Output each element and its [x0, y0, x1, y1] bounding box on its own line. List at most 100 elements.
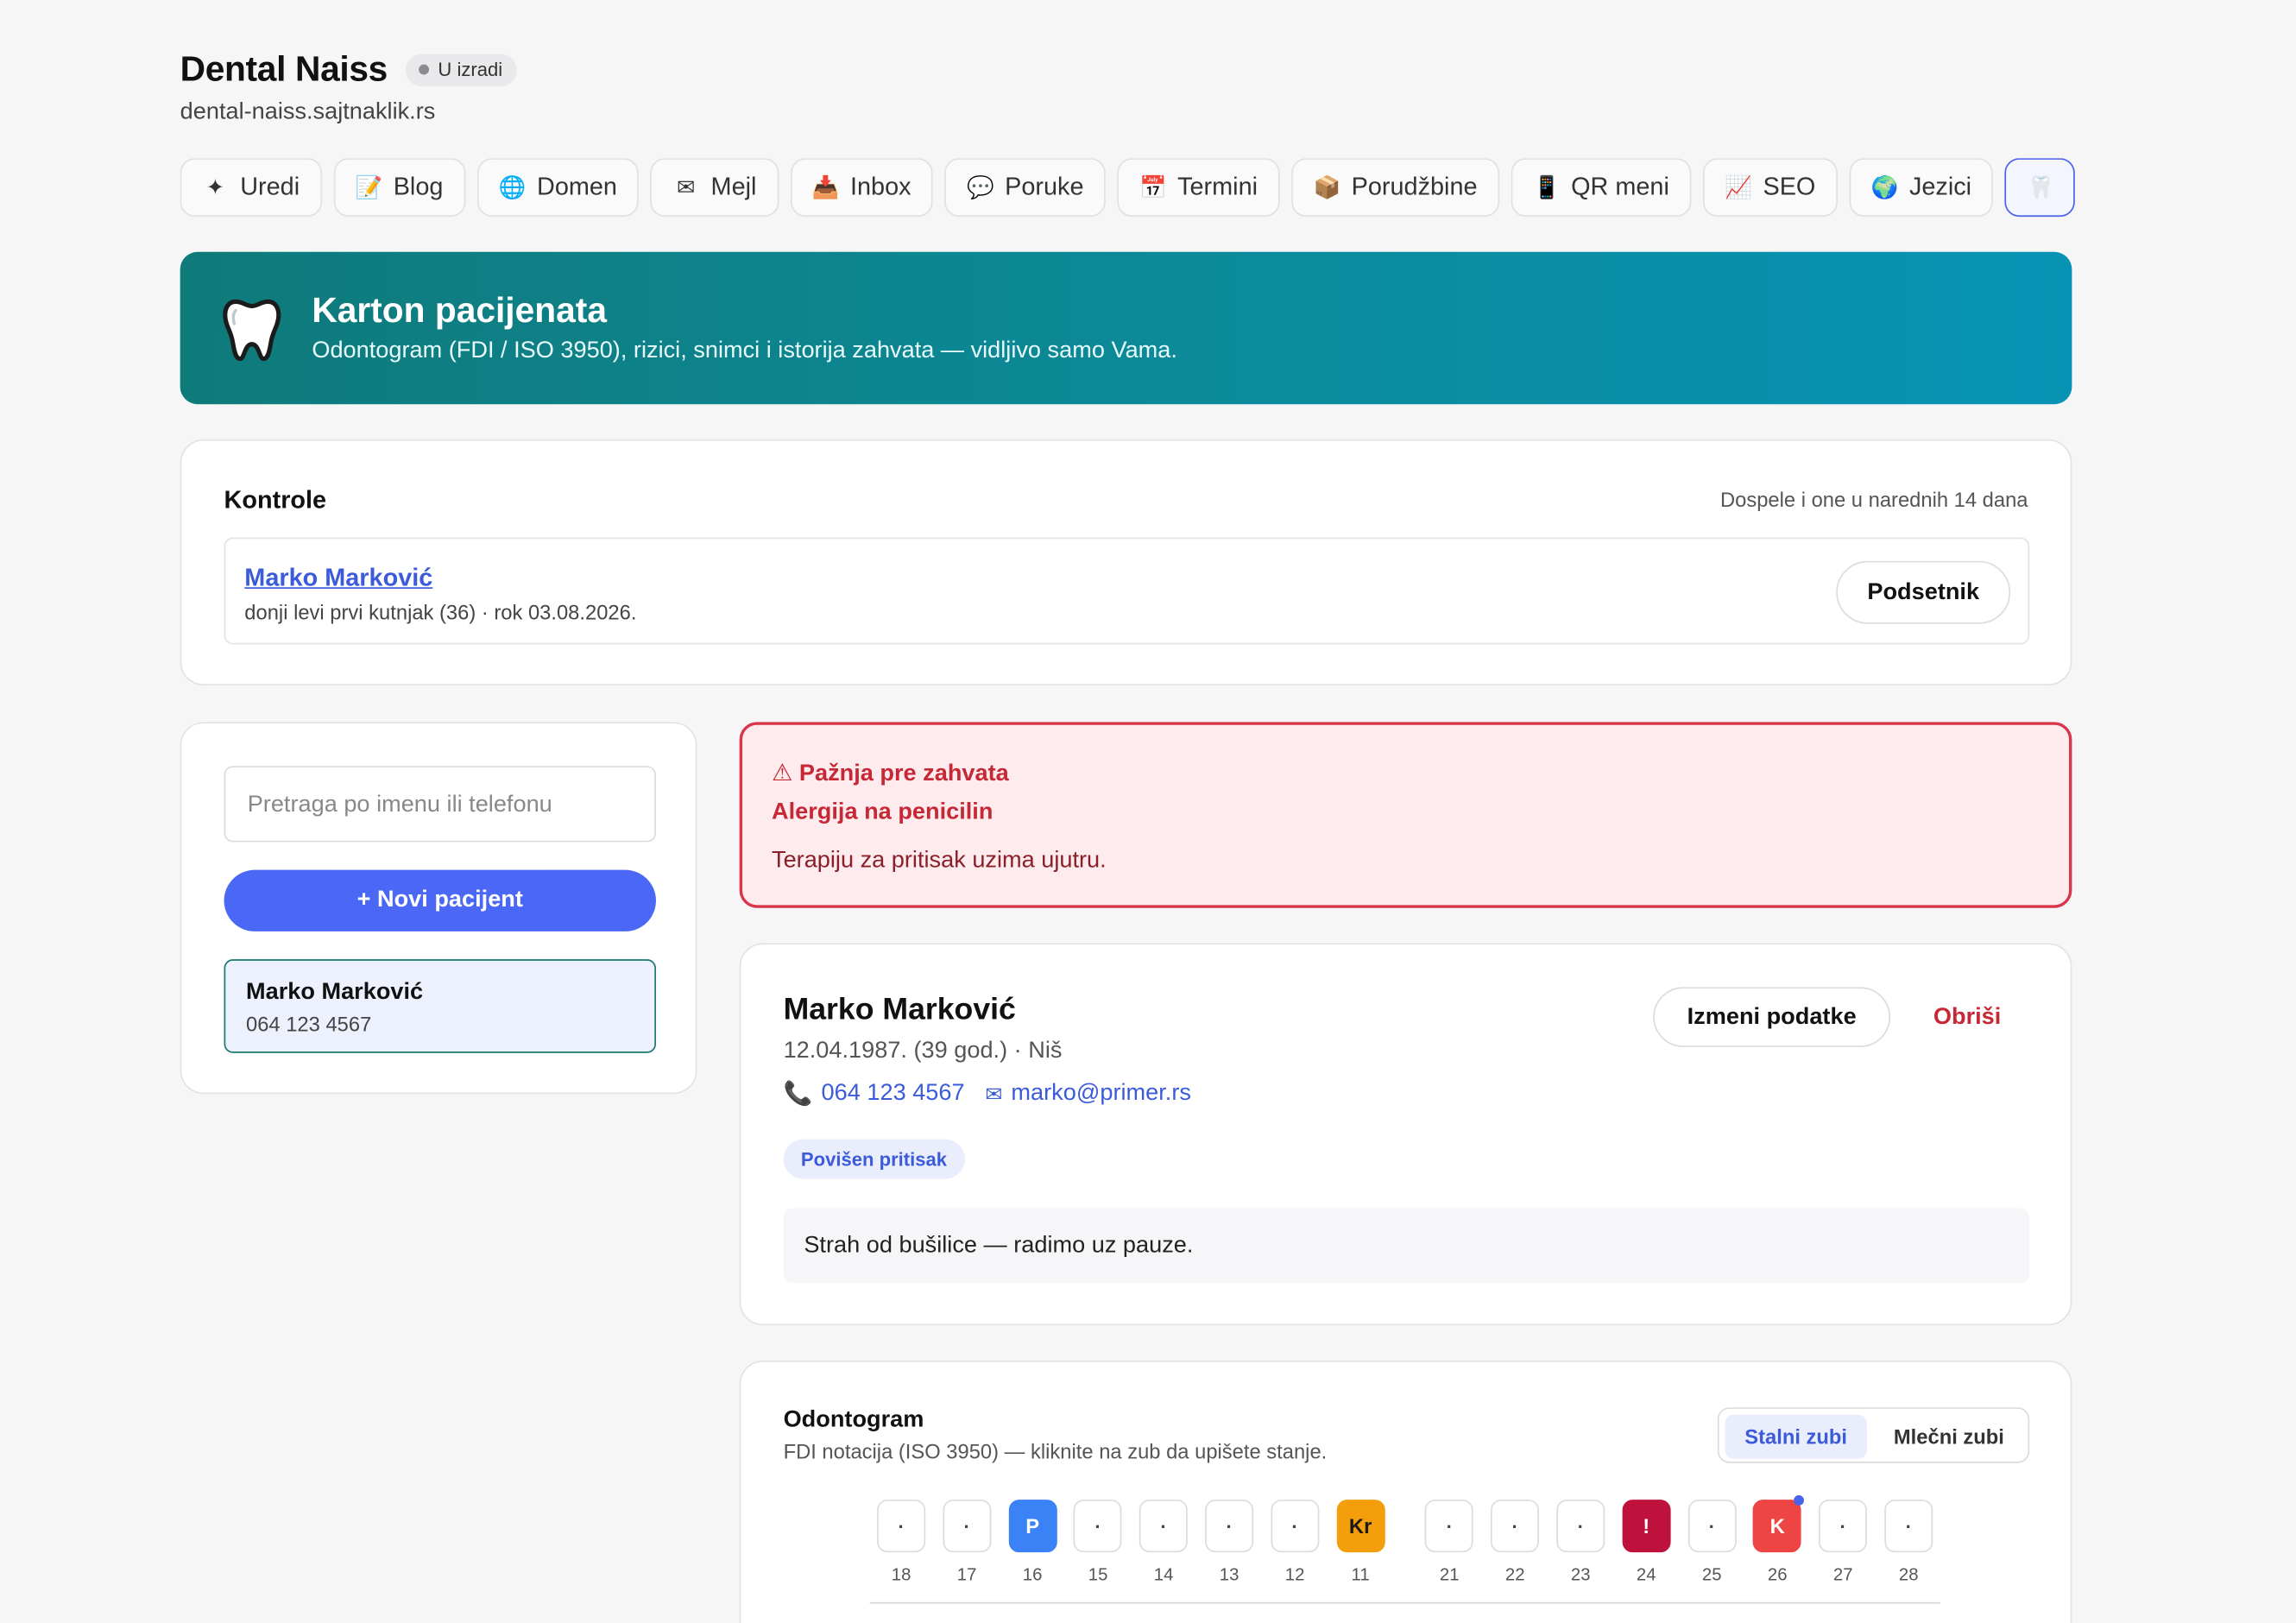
patient-item-phone: 064 123 4567: [245, 1012, 372, 1036]
checkup-description: donji levi prvi kutnjak (36) · rok 03.08…: [244, 600, 637, 624]
chart-icon: 📈: [1725, 175, 1753, 201]
memo-icon: 📝: [355, 175, 383, 201]
primary-teeth-tab[interactable]: Mlečni zubi: [1873, 1415, 2025, 1459]
tooth-16[interactable]: P: [1008, 1500, 1057, 1553]
tooth-13[interactable]: ·: [1205, 1500, 1254, 1553]
tab-mejl[interactable]: ✉ Mejl: [650, 158, 779, 218]
tab-label: Poruke: [1005, 173, 1084, 201]
tab-termini[interactable]: 📅 Termini: [1117, 158, 1280, 218]
tooth-number: 17: [956, 1563, 977, 1585]
tooth-number: 13: [1219, 1563, 1239, 1585]
banner-subtitle: Odontogram (FDI / ISO 3950), rizici, sni…: [312, 338, 1177, 363]
alert-title: ⚠ Pažnja pre zahvata: [772, 761, 1009, 786]
tooth-icon: 🦷: [2027, 175, 2055, 201]
tooth-23[interactable]: ·: [1556, 1500, 1605, 1553]
tooth-22[interactable]: ·: [1491, 1500, 1540, 1553]
tooth-27[interactable]: ·: [1819, 1500, 1868, 1553]
checkups-title: Kontrole: [224, 486, 327, 515]
tooth-number: 24: [1636, 1563, 1656, 1585]
odontogram-subtitle: FDI notacija (ISO 3950) — kliknite na zu…: [783, 1439, 1328, 1463]
earth-icon: 🌍: [1870, 175, 1899, 201]
tooth-15[interactable]: ·: [1074, 1500, 1123, 1553]
patient-meta: 12.04.1987. (39 god.) · Niš: [783, 1038, 1063, 1064]
tab-qr-meni[interactable]: 📱 QR meni: [1511, 158, 1692, 218]
tab-jezici[interactable]: 🌍 Jezici: [1849, 158, 1994, 218]
tooth-17[interactable]: ·: [943, 1500, 992, 1553]
odontogram-card: Odontogram FDI notacija (ISO 3950) — kli…: [739, 1360, 2072, 1623]
tooth-24[interactable]: !: [1622, 1500, 1671, 1553]
tab-domen[interactable]: 🌐 Domen: [476, 158, 640, 218]
checkup-patient-link[interactable]: Marko Marković: [244, 564, 432, 593]
tab-label: Mejl: [710, 173, 757, 201]
warning-alert: ⚠ Pažnja pre zahvata Alergija na penicil…: [739, 722, 2072, 908]
tooth-26[interactable]: K: [1753, 1500, 1802, 1553]
patient-contacts: 📞 064 123 4567 ✉ marko@primer.rs: [784, 1079, 1191, 1108]
delete-patient-button[interactable]: Obriši: [1912, 988, 2022, 1047]
odontogram-title: Odontogram: [783, 1407, 924, 1433]
patient-phone: 064 123 4567: [821, 1080, 965, 1106]
tab-blog[interactable]: 📝 Blog: [333, 158, 465, 218]
status-dot-icon: [419, 64, 430, 75]
tooth-21[interactable]: ·: [1425, 1500, 1474, 1553]
tooth-11[interactable]: Kr: [1336, 1500, 1385, 1553]
tooth-28[interactable]: ·: [1884, 1500, 1933, 1553]
new-patient-button[interactable]: + Novi pacijent: [224, 869, 656, 931]
tab-seo[interactable]: 📈 SEO: [1702, 158, 1838, 218]
tooth-number: 26: [1767, 1563, 1788, 1585]
tooth-number: 22: [1504, 1563, 1525, 1585]
tooth-number: 12: [1284, 1563, 1305, 1585]
tooth-18[interactable]: ·: [877, 1500, 926, 1553]
envelope-icon: ✉: [677, 175, 696, 201]
banner-title: Karton pacijenata: [312, 291, 607, 332]
patient-item-name: Marko Marković: [245, 979, 424, 1005]
tooth-number: 18: [891, 1563, 911, 1585]
sparkle-icon: ✦: [205, 175, 225, 201]
tab-label: Uredi: [240, 173, 300, 201]
tab-label: Porudžbine: [1351, 173, 1478, 201]
tooth-14[interactable]: ·: [1139, 1500, 1189, 1553]
tab-label: Inbox: [849, 173, 911, 201]
tooth-12[interactable]: ·: [1271, 1500, 1320, 1553]
dentition-toggle: Stalni zubi Mlečni zubi: [1717, 1407, 2030, 1463]
tooth-number: 23: [1570, 1563, 1591, 1585]
inbox-tray-icon: 📥: [811, 175, 840, 201]
tab-patient-records[interactable]: 🦷: [2005, 158, 2076, 218]
tab-porudžbine[interactable]: 📦 Porudžbine: [1291, 158, 1499, 218]
jaw-divider: [869, 1601, 1940, 1604]
tab-label: QR meni: [1571, 173, 1669, 201]
checkup-row: Marko Marković donji levi prvi kutnjak (…: [224, 537, 2030, 645]
mobile-phone-icon: 📱: [1532, 175, 1561, 201]
patient-note: Strah od bušilice — radimo uz pauze.: [783, 1208, 2030, 1284]
patient-list-item[interactable]: Marko Marković 064 123 4567: [224, 959, 656, 1053]
globe-icon: 🌐: [498, 175, 527, 201]
patient-email: marko@primer.rs: [1011, 1080, 1191, 1106]
patient-name: Marko Marković: [783, 993, 1016, 1027]
tooth-number: 14: [1153, 1563, 1174, 1585]
calendar-icon: 📅: [1139, 175, 1167, 201]
patient-phone-link[interactable]: 📞 064 123 4567: [784, 1079, 965, 1108]
tab-inbox[interactable]: 📥 Inbox: [790, 158, 934, 218]
risk-tag: Povišen pritisak: [783, 1139, 965, 1179]
patient-email-link[interactable]: ✉ marko@primer.rs: [985, 1081, 1191, 1108]
tab-poruke[interactable]: 💬 Poruke: [944, 158, 1106, 218]
tooth-number: 15: [1088, 1563, 1108, 1585]
search-input[interactable]: Pretraga po imenu ili telefonu: [224, 766, 656, 843]
tooth-number: 27: [1832, 1563, 1853, 1585]
site-url: dental-naiss.sajtnaklik.rs: [180, 99, 436, 125]
package-icon: 📦: [1313, 175, 1341, 201]
tab-label: SEO: [1763, 173, 1816, 201]
site-title: Dental Naiss: [180, 49, 388, 90]
telephone-icon: 📞: [783, 1082, 813, 1108]
edit-patient-button[interactable]: Izmeni podatke: [1653, 987, 1891, 1047]
checkups-card: Kontrole Dospele i one u narednih 14 dan…: [180, 439, 2072, 685]
tab-uredi[interactable]: ✦ Uredi: [180, 158, 322, 218]
tooth-icon: [223, 299, 281, 362]
tool-tabs: ✦ Uredi 📝 Blog 🌐 Domen ✉ Mejl 📥 Inbox 💬 Poruke 📅 Term…: [180, 158, 2079, 223]
permanent-teeth-tab[interactable]: Stalni zubi: [1725, 1414, 1867, 1459]
tooth-number: 11: [1351, 1563, 1370, 1585]
tooth-number: 25: [1701, 1563, 1722, 1585]
status-badge: U izradi: [406, 54, 518, 87]
reminder-button[interactable]: Podsetnik: [1836, 560, 2011, 624]
tooth-25[interactable]: ·: [1687, 1500, 1737, 1553]
checkups-note: Dospele i one u narednih 14 dana: [1719, 487, 2028, 512]
